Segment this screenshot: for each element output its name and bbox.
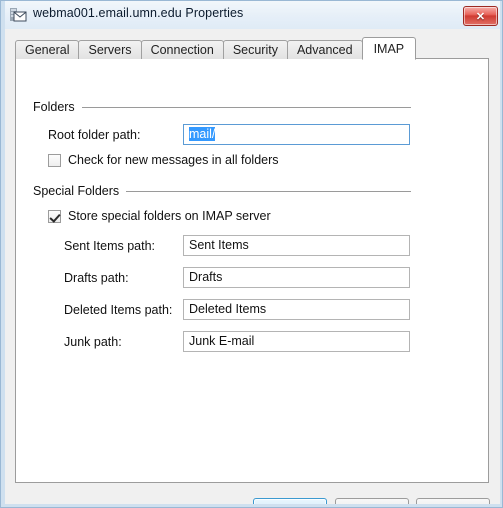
junk-path-input[interactable]: Junk E-mail (183, 331, 410, 352)
dialog-body: General Servers Connection Security Adva… (5, 29, 500, 507)
drafts-path-label: Drafts path: (64, 271, 129, 285)
close-icon: ✕ (475, 10, 486, 23)
root-folder-path-value: mail/ (189, 127, 216, 141)
folders-group-label: Folders (33, 100, 82, 114)
folders-group-rule (79, 107, 411, 108)
special-folders-group-label: Special Folders (33, 184, 127, 198)
junk-path-label: Junk path: (64, 335, 122, 349)
window-title: webma001.email.umn.edu Properties (33, 6, 244, 20)
root-folder-path-input[interactable]: mail/ (183, 124, 410, 145)
tab-strip: General Servers Connection Security Adva… (15, 37, 417, 60)
properties-dialog-window: webma001.email.umn.edu Properties ✕ Gene… (0, 0, 503, 508)
tab-servers[interactable]: Servers (78, 40, 142, 59)
mail-server-icon (10, 8, 27, 22)
root-folder-path-label: Root folder path: (48, 128, 141, 142)
tab-imap[interactable]: IMAP (361, 37, 417, 60)
store-special-folders-checkbox[interactable] (48, 209, 61, 223)
close-button[interactable]: ✕ (463, 6, 498, 26)
tab-general[interactable]: General (15, 40, 80, 59)
tab-security[interactable]: Security (222, 40, 288, 59)
tab-connection[interactable]: Connection (140, 40, 224, 59)
check-new-messages-all-folders-checkbox-row[interactable]: Check for new messages in all folders (48, 153, 279, 167)
sent-items-path-input[interactable]: Sent Items (183, 235, 410, 256)
cancel-button[interactable]: Cancel (335, 498, 409, 507)
imap-tab-panel: Folders Root folder path: mail/ Check fo… (15, 58, 489, 483)
tab-advanced[interactable]: Advanced (286, 40, 363, 59)
deleted-items-path-label: Deleted Items path: (64, 303, 173, 317)
title-bar: webma001.email.umn.edu Properties ✕ (1, 1, 502, 29)
store-special-folders-label: Store special folders on IMAP server (68, 209, 271, 223)
check-new-messages-all-folders-checkbox[interactable] (48, 153, 61, 167)
apply-button[interactable]: Apply (416, 498, 490, 507)
sent-items-path-label: Sent Items path: (64, 239, 156, 253)
ok-button[interactable]: OK (253, 498, 327, 507)
drafts-path-input[interactable]: Drafts (183, 267, 410, 288)
check-new-messages-all-folders-label: Check for new messages in all folders (68, 153, 279, 167)
store-special-folders-checkbox-row[interactable]: Store special folders on IMAP server (48, 209, 271, 223)
special-folders-group-rule (122, 191, 411, 192)
deleted-items-path-input[interactable]: Deleted Items (183, 299, 410, 320)
